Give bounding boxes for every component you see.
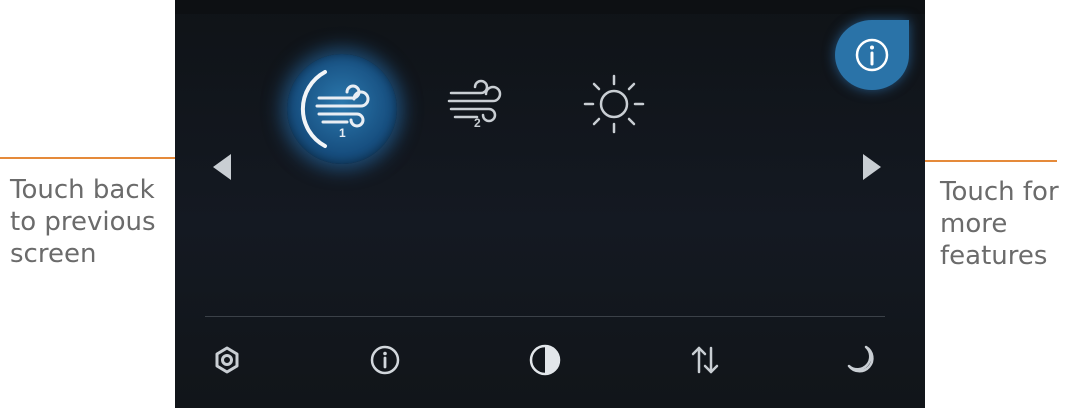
fan-speed-label: 2 [474,116,481,130]
wind-icon [300,70,370,148]
fan-speed-1-button[interactable]: 1 [287,54,397,164]
sun-icon [583,74,645,134]
light-mode-button[interactable] [579,72,649,136]
previous-screen-button[interactable] [213,154,231,180]
screen-top-bar [175,0,925,14]
next-screen-button[interactable] [863,154,881,180]
moon-icon [847,345,874,373]
left-callout-line [0,157,176,159]
info-button[interactable] [367,342,403,378]
swap-button[interactable] [687,342,723,378]
fan-speed-label: 1 [339,126,346,140]
info-icon [855,38,889,72]
info-icon [370,345,400,375]
gear-icon [215,346,239,374]
swap-vertical-icon [691,346,719,374]
left-caption: Touch back to previous screen [10,175,156,269]
right-caption: Touch for more features [940,177,1059,271]
settings-button[interactable] [209,342,245,378]
device-screen: 1 2 [175,0,925,408]
contrast-icon [529,344,561,376]
contrast-button[interactable] [527,342,563,378]
info-bubble-button[interactable] [835,20,909,90]
bottom-divider [205,316,885,317]
night-mode-button[interactable] [843,342,879,378]
fan-speed-2-button[interactable]: 2 [443,74,513,134]
right-callout-line [925,160,1057,162]
